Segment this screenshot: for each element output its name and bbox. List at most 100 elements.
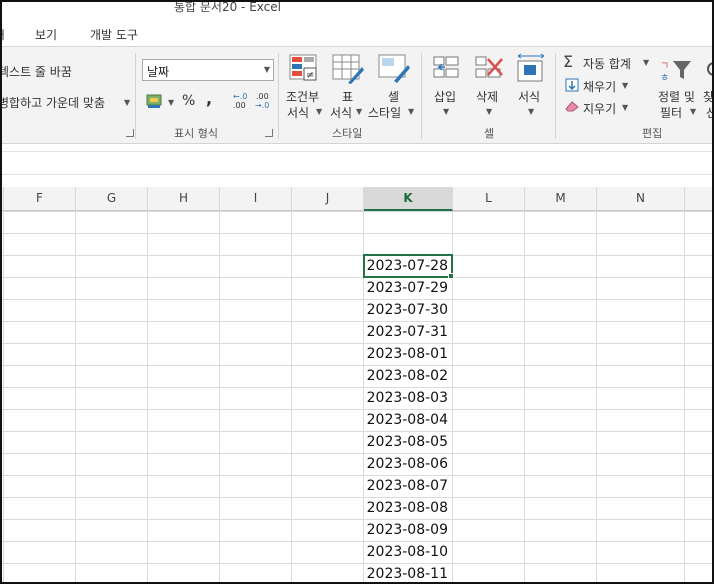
grid-row-line (2, 321, 712, 322)
fill-button[interactable]: 채우기 (583, 78, 616, 95)
cell-k[interactable]: 2023-08-05 (364, 431, 452, 453)
chevron-down-icon[interactable]: ▼ (486, 107, 492, 116)
decrease-decimal-icon[interactable]: .00 →.0 (253, 91, 273, 111)
column-header-l[interactable]: L (453, 187, 525, 211)
autosum-button[interactable]: 자동 합계 (583, 55, 631, 72)
merge-center-button[interactable]: 병합하고 가운데 맞춤 (2, 94, 105, 111)
chevron-down-icon[interactable]: ▼ (690, 107, 696, 116)
chevron-down-icon[interactable]: ▼ (356, 107, 362, 116)
cell-k[interactable]: 2023-08-01 (364, 343, 452, 365)
cell-k[interactable]: 2023-08-03 (364, 387, 452, 409)
chevron-down-icon[interactable]: ▼ (443, 107, 449, 116)
column-header-i[interactable]: I (220, 187, 292, 211)
chevron-down-icon[interactable]: ▼ (643, 58, 649, 67)
insert-label[interactable]: 삽입 (434, 88, 456, 105)
column-headers: FGHIJKLMN (2, 187, 712, 211)
sort-filter-label[interactable]: 정렬 및 (658, 88, 695, 105)
chevron-down-icon[interactable]: ▼ (622, 81, 628, 90)
cell-k[interactable]: 2023-08-02 (364, 365, 452, 387)
wrap-text-button[interactable]: 텍스트 줄 바꿈 (2, 63, 72, 80)
number-format-combo[interactable]: 날짜 ▼ (142, 59, 274, 81)
cell-k[interactable]: 2023-07-31 (364, 321, 452, 343)
eraser-icon[interactable] (564, 100, 580, 112)
clear-button[interactable]: 지우기 (583, 100, 616, 117)
find-select-label[interactable]: 찾 (703, 88, 712, 105)
grid-row-line (2, 475, 712, 476)
percent-style-button[interactable]: % (182, 93, 195, 109)
sort-filter-label2[interactable]: 필터 (660, 104, 682, 121)
divider (2, 174, 712, 175)
column-header-n[interactable]: N (597, 187, 685, 211)
accounting-format-icon[interactable] (146, 93, 164, 109)
chevron-down-icon[interactable]: ▼ (622, 103, 628, 112)
cell-k[interactable]: 2023-08-09 (364, 519, 452, 541)
column-header-f[interactable]: F (4, 187, 76, 211)
grid-row-line (2, 233, 712, 234)
divider (2, 151, 712, 152)
cell-k[interactable]: 2023-08-07 (364, 475, 452, 497)
conditional-formatting-label[interactable]: 조건부 (286, 88, 319, 105)
format-as-table-icon[interactable] (332, 53, 364, 85)
conditional-formatting-label2[interactable]: 서식 (287, 104, 309, 121)
ribbon-tabs: ㅐ 보기 개발 도구 (2, 16, 712, 46)
svg-text:ㄱ: ㄱ (660, 61, 669, 72)
grid-row-line (2, 343, 712, 344)
grid-column-line (3, 211, 4, 582)
column-header-partial (2, 187, 4, 211)
sort-filter-icon[interactable]: ㄱ ㅎ (659, 57, 693, 83)
autosum-icon[interactable]: Σ (563, 52, 573, 71)
grid-row-line (2, 541, 712, 542)
format-as-table-label[interactable]: 표 (342, 88, 353, 105)
window-title: 통합 문서20 - Excel (174, 0, 281, 14)
cell-k[interactable]: 2023-07-30 (364, 299, 452, 321)
selected-cell[interactable]: 2023-07-28 (363, 254, 453, 278)
cell-k[interactable]: 2023-08-08 (364, 497, 452, 519)
tab-developer[interactable]: 개발 도구 (90, 26, 138, 43)
grid-row-line (2, 519, 712, 520)
merge-center-dropdown-icon[interactable]: ▼ (124, 98, 130, 107)
cell-k[interactable]: 2023-08-04 (364, 409, 452, 431)
fill-down-icon[interactable] (565, 78, 579, 92)
column-header-g[interactable]: G (76, 187, 148, 211)
svg-text:.00: .00 (256, 92, 269, 101)
fill-handle[interactable] (448, 273, 454, 279)
chevron-down-icon[interactable]: ▼ (316, 107, 322, 116)
format-cells-icon[interactable] (516, 53, 546, 83)
cell-styles-label2[interactable]: 스타일 (368, 104, 401, 121)
grid-row-line (2, 497, 712, 498)
conditional-formatting-icon[interactable]: ≠ (289, 53, 319, 85)
grid-row-line (2, 211, 712, 212)
cell-k[interactable]: 2023-07-29 (364, 277, 452, 299)
chevron-down-icon[interactable]: ▼ (264, 65, 270, 74)
increase-decimal-icon[interactable]: ←.0 .00 (231, 91, 251, 111)
cell-k[interactable]: 2023-08-11 (364, 563, 452, 582)
chevron-down-icon[interactable]: ▼ (408, 107, 414, 116)
comma-style-button[interactable]: , (206, 89, 212, 108)
delete-label[interactable]: 삭제 (476, 88, 498, 105)
find-select-label2[interactable]: 선 (706, 104, 712, 121)
cell-styles-icon[interactable] (378, 53, 410, 85)
delete-cells-icon[interactable] (474, 55, 506, 83)
cell-k[interactable]: 2023-08-06 (364, 453, 452, 475)
formula-bar-area (2, 144, 712, 187)
find-select-icon[interactable] (706, 61, 714, 85)
format-label[interactable]: 서식 (518, 88, 540, 105)
cell-styles-label[interactable]: 셀 (388, 88, 399, 105)
svg-text:.00: .00 (233, 101, 246, 110)
grid-column-line (524, 211, 525, 582)
format-as-table-label2[interactable]: 서식 (330, 104, 352, 121)
tab-partial[interactable]: ㅐ (2, 26, 7, 43)
column-header-j[interactable]: J (292, 187, 364, 211)
worksheet-grid[interactable]: 2023-07-28 2023-07-29 2023-07-30 2023-07-31… (2, 211, 712, 582)
column-header-h[interactable]: H (148, 187, 220, 211)
number-launcher-icon[interactable] (265, 129, 273, 137)
insert-cells-icon[interactable] (432, 55, 462, 83)
tab-view[interactable]: 보기 (35, 26, 57, 43)
column-header-m[interactable]: M (525, 187, 597, 211)
cell-k[interactable]: 2023-08-10 (364, 541, 452, 563)
accounting-dropdown-icon[interactable]: ▼ (168, 98, 174, 107)
column-header-k[interactable]: K (364, 187, 453, 211)
group-separator (135, 53, 136, 139)
alignment-launcher-icon[interactable] (126, 129, 134, 137)
chevron-down-icon[interactable]: ▼ (528, 107, 534, 116)
